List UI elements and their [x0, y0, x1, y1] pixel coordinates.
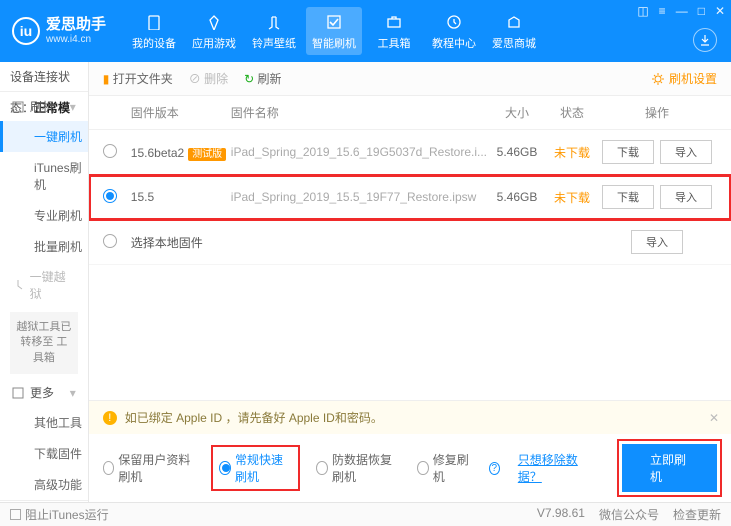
row-radio[interactable]: [103, 144, 117, 158]
jailbreak-note: 越狱工具已转移至 工具箱: [10, 312, 78, 374]
sidebar-group-jailbreak: 一键越狱: [0, 262, 88, 308]
table-header: 固件版本 固件名称 大小 状态 操作: [89, 96, 731, 130]
row-action-button[interactable]: 导入: [660, 140, 712, 164]
firmware-row[interactable]: 15.5iPad_Spring_2019_15.5_19F77_Restore.…: [89, 175, 731, 220]
app-name: 爱思助手: [46, 16, 106, 34]
sidebar-item[interactable]: 下载固件: [0, 438, 88, 469]
logo: iu 爱思助手 www.i4.cn: [12, 16, 106, 46]
wechat-link[interactable]: 微信公众号: [599, 506, 659, 523]
nav-item-5[interactable]: 教程中心: [426, 7, 482, 55]
warning-banner: ! 如已绑定 Apple ID ，请先备好 Apple ID和密码。 ✕: [89, 401, 731, 434]
nav-item-6[interactable]: 爱思商城: [486, 7, 542, 55]
open-folder-button[interactable]: ▮ 打开文件夹: [103, 70, 173, 87]
download-manager-icon[interactable]: [693, 28, 717, 52]
nav-item-2[interactable]: 铃声壁纸: [246, 7, 302, 55]
row-action-button[interactable]: 下载: [602, 140, 654, 164]
flash-mode-option[interactable]: 保留用户资料刷机: [103, 451, 196, 485]
close-icon[interactable]: ✕: [715, 4, 725, 18]
block-itunes-checkbox[interactable]: [10, 509, 21, 520]
sidebar-item[interactable]: 高级功能: [0, 469, 88, 500]
menu-icon[interactable]: ≡: [659, 4, 666, 18]
row-action-button[interactable]: 下载: [602, 185, 654, 209]
row-radio[interactable]: [103, 234, 117, 248]
gear-icon: [651, 72, 665, 86]
flash-mode-option[interactable]: 修复刷机: [417, 451, 471, 485]
nav-item-1[interactable]: 应用游戏: [186, 7, 242, 55]
sidebar-item[interactable]: iTunes刷机: [0, 152, 88, 200]
flash-mode-option[interactable]: 常规快速刷机: [213, 447, 298, 489]
check-update-link[interactable]: 检查更新: [673, 506, 721, 523]
nav-item-3[interactable]: 智能刷机: [306, 7, 362, 55]
local-firmware-row[interactable]: 选择本地固件导入: [89, 220, 731, 265]
minimize-icon[interactable]: —: [676, 4, 688, 18]
app-url: www.i4.cn: [46, 34, 106, 46]
window-controls: ◫ ≡ — □ ✕: [637, 4, 725, 18]
firmware-row[interactable]: 15.6beta2测试版iPad_Spring_2019_15.6_19G503…: [89, 130, 731, 175]
nav-item-0[interactable]: 我的设备: [126, 7, 182, 55]
status-bar: 阻止iTunes运行 V7.98.61 微信公众号 检查更新: [0, 502, 731, 526]
flash-mode-option[interactable]: 防数据恢复刷机: [316, 451, 399, 485]
row-action-button[interactable]: 导入: [660, 185, 712, 209]
sidebar-item[interactable]: 批量刷机: [0, 231, 88, 262]
row-radio[interactable]: [103, 189, 117, 203]
toolbar: ▮ 打开文件夹 ⊘ 删除 ↻ 刷新 刷机设置: [89, 62, 731, 96]
version-label: V7.98.61: [537, 506, 585, 523]
import-button[interactable]: 导入: [631, 230, 683, 254]
sidebar-group-2[interactable]: 更多▾: [0, 378, 88, 407]
maximize-icon[interactable]: □: [698, 4, 705, 18]
sidebar-item[interactable]: 其他工具: [0, 407, 88, 438]
close-warning-icon[interactable]: ✕: [709, 411, 719, 425]
skin-icon[interactable]: ◫: [637, 4, 648, 18]
flash-now-button[interactable]: 立即刷机: [622, 444, 717, 492]
connection-status: 设备连接状态：正常模式: [0, 62, 88, 92]
erase-only-link[interactable]: 只想移除数据？: [518, 451, 586, 485]
sidebar: 设备连接状态：正常模式 刷机▾一键刷机iTunes刷机专业刷机批量刷机一键越狱越…: [0, 62, 89, 502]
main-content: ▮ 打开文件夹 ⊘ 删除 ↻ 刷新 刷机设置 固件版本 固件名称 大小 状态 操…: [89, 62, 731, 502]
block-itunes-label: 阻止iTunes运行: [25, 506, 109, 523]
sidebar-group-0[interactable]: 刷机▾: [0, 92, 88, 121]
app-header: iu 爱思助手 www.i4.cn 我的设备应用游戏铃声壁纸智能刷机工具箱教程中…: [0, 0, 731, 62]
nav-item-4[interactable]: 工具箱: [366, 7, 422, 55]
sidebar-item[interactable]: 专业刷机: [0, 200, 88, 231]
info-icon[interactable]: ?: [489, 462, 500, 475]
logo-icon: iu: [12, 17, 40, 45]
refresh-button[interactable]: ↻ 刷新: [244, 70, 281, 87]
delete-button[interactable]: ⊘ 删除: [189, 70, 228, 87]
warning-icon: !: [103, 411, 117, 425]
flash-settings-button[interactable]: 刷机设置: [651, 70, 717, 87]
sidebar-item[interactable]: 一键刷机: [0, 121, 88, 152]
